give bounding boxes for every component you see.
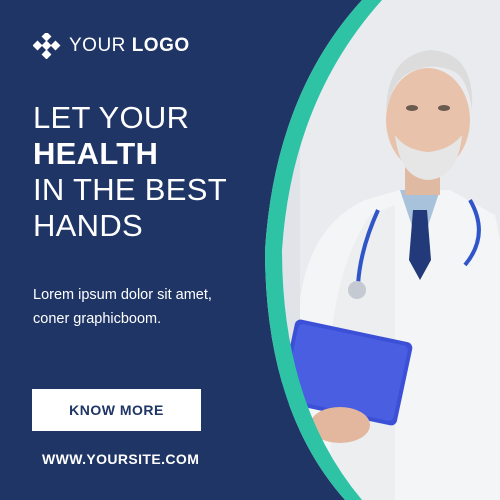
site-url-link[interactable]: WWW.YOURSITE.COM (42, 451, 199, 467)
know-more-button[interactable]: KNOW MORE (32, 389, 201, 431)
logo-word-logo: LOGO (131, 35, 190, 56)
headline-line-4: HANDS (33, 208, 144, 243)
logo-word-your: YOUR (69, 35, 126, 56)
headline: LET YOUR HEALTH IN THE BEST HANDS (33, 100, 227, 244)
health-banner: YOUR LOGO LET YOUR HEALTH IN THE BEST HA… (0, 0, 500, 500)
diamond-cluster-icon (33, 33, 61, 59)
body-text: Lorem ipsum dolor sit amet, coner graphi… (33, 287, 212, 327)
headline-line-2: HEALTH (33, 136, 159, 171)
brand-logo: YOUR LOGO (33, 33, 190, 59)
headline-line-3: IN THE BEST (33, 172, 227, 207)
logo-text: YOUR LOGO (69, 35, 190, 57)
headline-line-1: LET YOUR (33, 100, 190, 135)
